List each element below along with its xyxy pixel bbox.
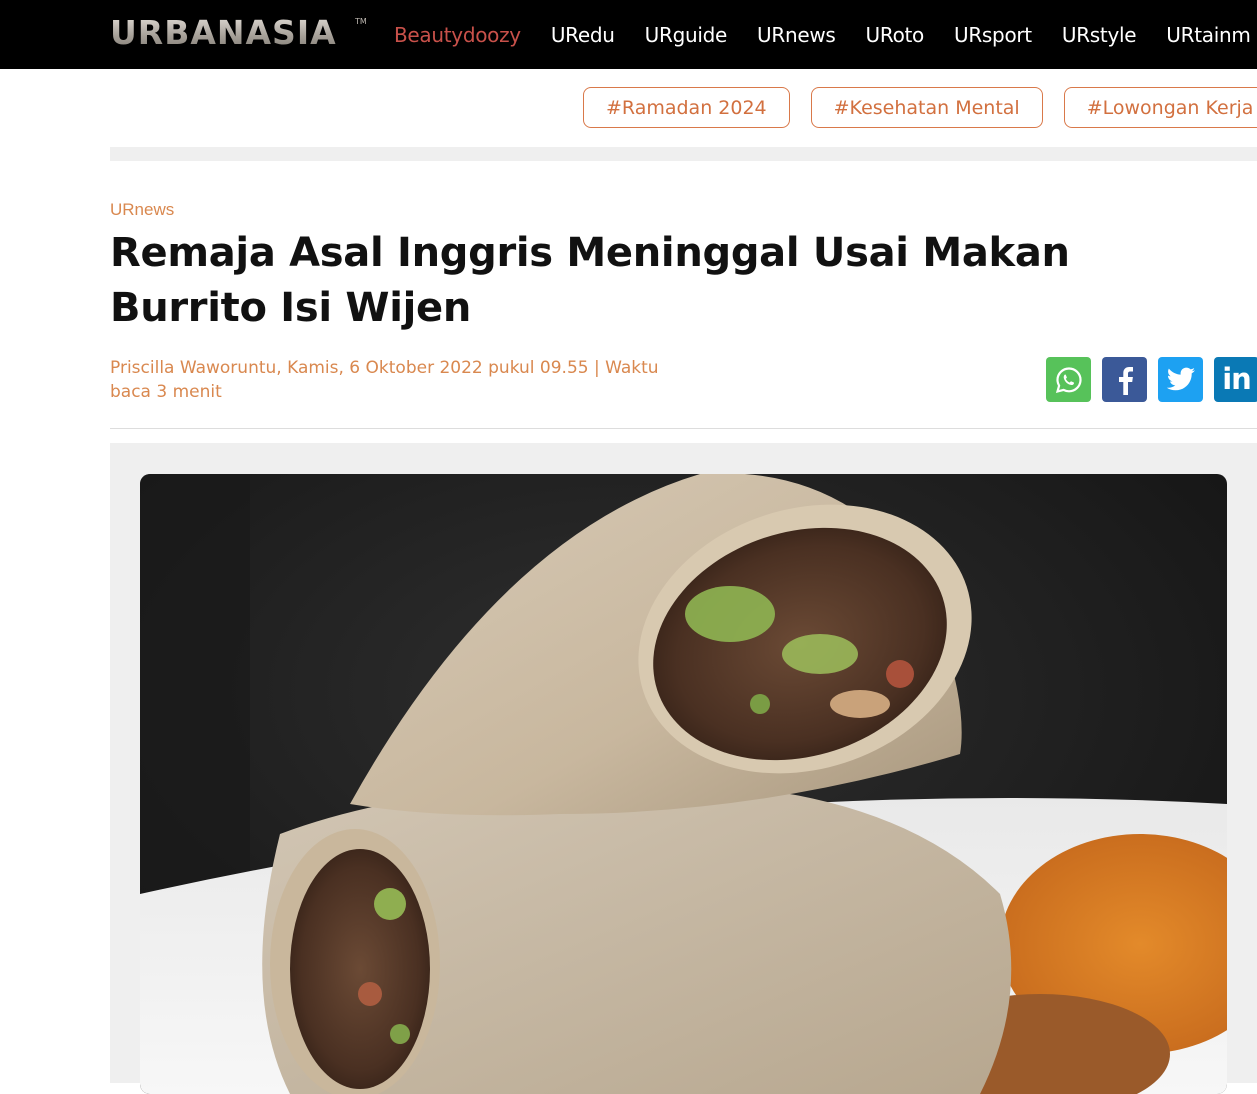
article-category[interactable]: URnews [110,200,174,220]
urbanasia-logo[interactable]: URBANASIA [110,13,337,53]
linkedin-share-button[interactable]: in [1214,357,1257,402]
linkedin-icon: in [1222,361,1252,396]
tag-kesehatan-mental[interactable]: #Kesehatan Mental [810,87,1043,128]
nav-item-uredu[interactable]: URedu [551,23,615,47]
twitter-share-button[interactable] [1158,357,1203,402]
burrito-photo [140,474,1227,1094]
nav-item-urnews[interactable]: URnews [757,23,836,47]
ad-placeholder-strip [110,147,1257,161]
hero-image-frame [110,443,1257,1094]
share-buttons: in [1046,357,1257,402]
twitter-icon [1166,367,1195,390]
logo-trademark: TM [355,17,367,26]
trending-tags: #Ramadan 2024 #Kesehatan Mental #Lowonga… [583,87,1257,128]
top-nav-bar: URBANASIA TM Beautydoozy URedu URguide U… [0,0,1257,69]
tag-lowongan-kerja[interactable]: #Lowongan Kerja [1063,87,1257,128]
article-byline: Priscilla Waworuntu, Kamis, 6 Oktober 20… [110,358,659,402]
nav-item-beautydoozy[interactable]: Beautydoozy [394,23,521,47]
nav-item-uroto[interactable]: URoto [866,23,925,47]
facebook-share-button[interactable] [1102,357,1147,402]
article-title: Remaja Asal Inggris Meninggal Usai Makan… [110,230,1070,331]
whatsapp-icon [1055,366,1082,393]
main-nav: Beautydoozy URedu URguide URnews URoto U… [394,0,1257,69]
nav-item-urtainment[interactable]: URtainm [1166,23,1251,47]
nav-item-ursport[interactable]: URsport [954,23,1032,47]
header-divider [110,428,1257,429]
nav-item-urstyle[interactable]: URstyle [1062,23,1137,47]
nav-item-urguide[interactable]: URguide [645,23,728,47]
facebook-icon [1118,366,1133,395]
whatsapp-share-button[interactable] [1046,357,1091,402]
tag-ramadan-2024[interactable]: #Ramadan 2024 [583,87,790,128]
